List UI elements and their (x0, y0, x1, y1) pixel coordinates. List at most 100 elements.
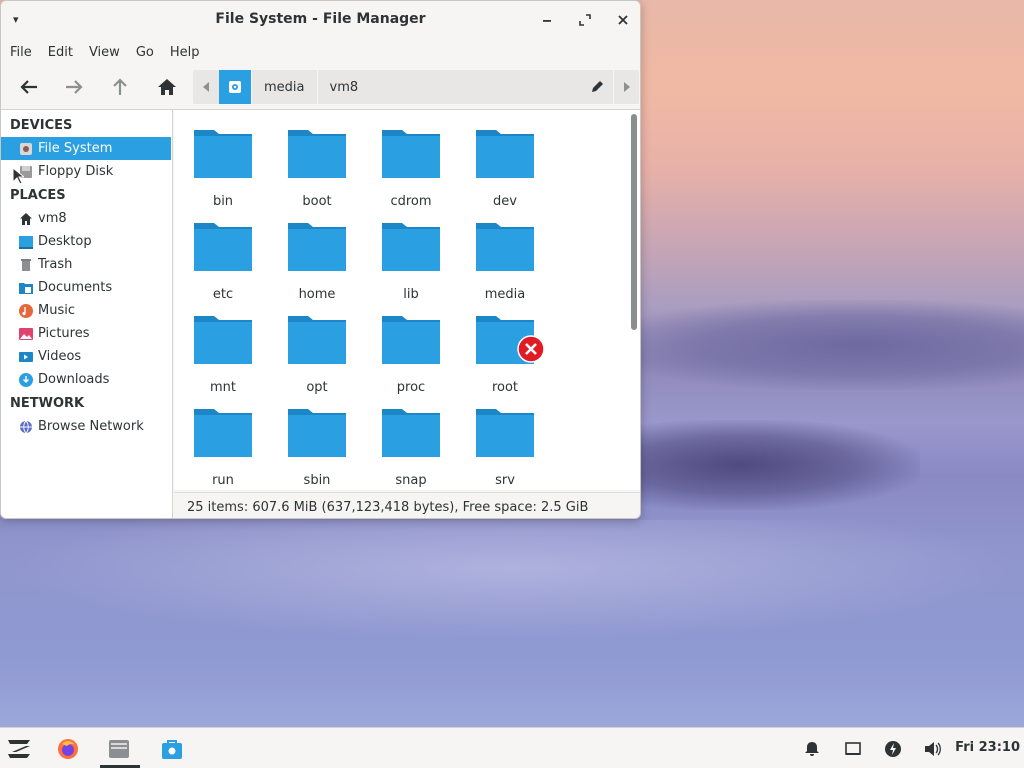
folder-label: snap (395, 473, 427, 488)
folder-item[interactable]: etc (178, 213, 268, 303)
folder-item[interactable]: snap (366, 399, 456, 489)
forward-arrow-icon[interactable] (59, 73, 89, 101)
sidebar-item-label: Floppy Disk (38, 164, 114, 179)
path-segment-media[interactable]: media (251, 70, 317, 104)
notifications-bell-icon[interactable] (799, 736, 825, 762)
path-root-button[interactable] (219, 70, 251, 104)
minimize-icon[interactable] (536, 9, 558, 31)
file-grid: bin boot cdrom dev etc home lib media mn… (174, 110, 640, 490)
path-bar: media vm8 (193, 70, 639, 104)
wallpaper-mist (620, 420, 920, 510)
folder-item[interactable]: srv (460, 399, 550, 489)
harddisk-icon (19, 142, 33, 156)
clock[interactable]: Fri 23:10 (955, 740, 1020, 755)
sidebar-item-floppy-disk[interactable]: Floppy Disk (1, 160, 172, 183)
folder-label: srv (495, 473, 515, 488)
documents-icon (19, 281, 33, 295)
path-scroll-right-icon[interactable] (613, 70, 639, 104)
folder-icon (288, 130, 346, 178)
sidebar-item-documents[interactable]: Documents (1, 276, 172, 299)
sidebar-item-trash[interactable]: Trash (1, 253, 172, 276)
folder-label: lib (403, 287, 419, 302)
folder-item[interactable]: mnt (178, 306, 268, 396)
firefox-icon[interactable] (55, 736, 81, 762)
sidebar-item-downloads[interactable]: Downloads (1, 368, 172, 391)
folder-item[interactable]: bin (178, 120, 268, 210)
folder-item[interactable]: run (178, 399, 268, 489)
menu-go[interactable]: Go (136, 45, 154, 60)
folder-item[interactable]: sbin (272, 399, 362, 489)
folder-item[interactable]: proc (366, 306, 456, 396)
up-arrow-icon[interactable] (105, 73, 135, 101)
zorin-menu-icon[interactable] (6, 736, 32, 762)
sidebar-item-label: File System (38, 141, 113, 156)
power-icon[interactable] (880, 736, 906, 762)
folder-item[interactable]: opt (272, 306, 362, 396)
wallpaper-mist (600, 300, 1024, 390)
sidebar-item-label: Videos (38, 349, 82, 364)
folder-label: media (484, 287, 526, 302)
sidebar-item-file-system[interactable]: File System (1, 137, 171, 160)
sidebar-item-label: Downloads (38, 372, 110, 387)
folder-icon (476, 223, 534, 271)
folder-label: etc (212, 287, 234, 302)
folder-label: cdrom (390, 194, 432, 209)
display-icon[interactable] (840, 736, 866, 762)
folder-icon (382, 223, 440, 271)
folder-icon (288, 316, 346, 364)
edit-path-icon[interactable] (581, 70, 613, 104)
path-scroll-left-icon[interactable] (193, 70, 219, 104)
folder-item[interactable]: media (460, 213, 550, 303)
software-store-icon[interactable] (159, 736, 185, 762)
trash-icon (19, 258, 33, 272)
folder-item[interactable]: home (272, 213, 362, 303)
sidebar-item-music[interactable]: Music (1, 299, 172, 322)
sidebar-item-vm8[interactable]: vm8 (1, 207, 172, 230)
menu-file[interactable]: File (10, 45, 32, 60)
music-icon (19, 303, 33, 318)
folder-icon (194, 316, 252, 364)
menu-help[interactable]: Help (170, 45, 200, 60)
sidebar-item-desktop[interactable]: Desktop (1, 230, 172, 253)
sidebar-item-label: Music (38, 303, 75, 318)
folder-item[interactable]: root (460, 306, 550, 396)
places-heading: PLACES (10, 187, 66, 203)
home-icon[interactable] (152, 73, 182, 101)
volume-icon[interactable] (920, 736, 946, 762)
toolbar: media vm8 (1, 65, 640, 109)
status-bar: 25 items: 607.6 MiB (637,123,418 bytes),… (174, 492, 640, 518)
folder-label: dev (493, 194, 517, 209)
title-bar: ▾ File System - File Manager (1, 1, 640, 39)
mouse-cursor-icon (12, 167, 24, 185)
sidebar-item-label: Desktop (38, 234, 92, 249)
devices-heading: DEVICES (10, 117, 73, 133)
folder-label: home (298, 287, 336, 302)
folder-item[interactable]: dev (460, 120, 550, 210)
folder-icon (194, 223, 252, 271)
folder-label: root (491, 380, 519, 395)
folder-item[interactable]: lib (366, 213, 456, 303)
sidebar-item-label: Browse Network (38, 419, 144, 434)
close-icon[interactable] (612, 9, 634, 31)
menu-edit[interactable]: Edit (48, 45, 73, 60)
folder-icon (288, 409, 346, 457)
path-segment-vm8[interactable]: vm8 (316, 70, 371, 104)
folder-label: mnt (210, 380, 236, 395)
back-arrow-icon[interactable] (14, 73, 44, 101)
folder-item[interactable]: boot (272, 120, 362, 210)
sidebar-item-pictures[interactable]: Pictures (1, 322, 172, 345)
folder-item[interactable]: cdrom (366, 120, 456, 210)
folder-label: bin (212, 194, 234, 209)
downloads-icon (19, 372, 33, 387)
sidebar-item-browse-network[interactable]: Browse Network (1, 415, 172, 438)
sidebar-item-videos[interactable]: Videos (1, 345, 172, 368)
files-app-icon[interactable] (106, 736, 132, 762)
folder-icon (382, 130, 440, 178)
vertical-scrollbar[interactable] (631, 114, 637, 330)
maximize-icon[interactable] (574, 9, 596, 31)
folder-icon (382, 316, 440, 364)
file-manager-window: ▾ File System - File Manager File Edit V… (0, 0, 641, 519)
menu-view[interactable]: View (89, 45, 120, 60)
folder-icon (476, 130, 534, 178)
wallpaper-mist (0, 520, 1024, 640)
